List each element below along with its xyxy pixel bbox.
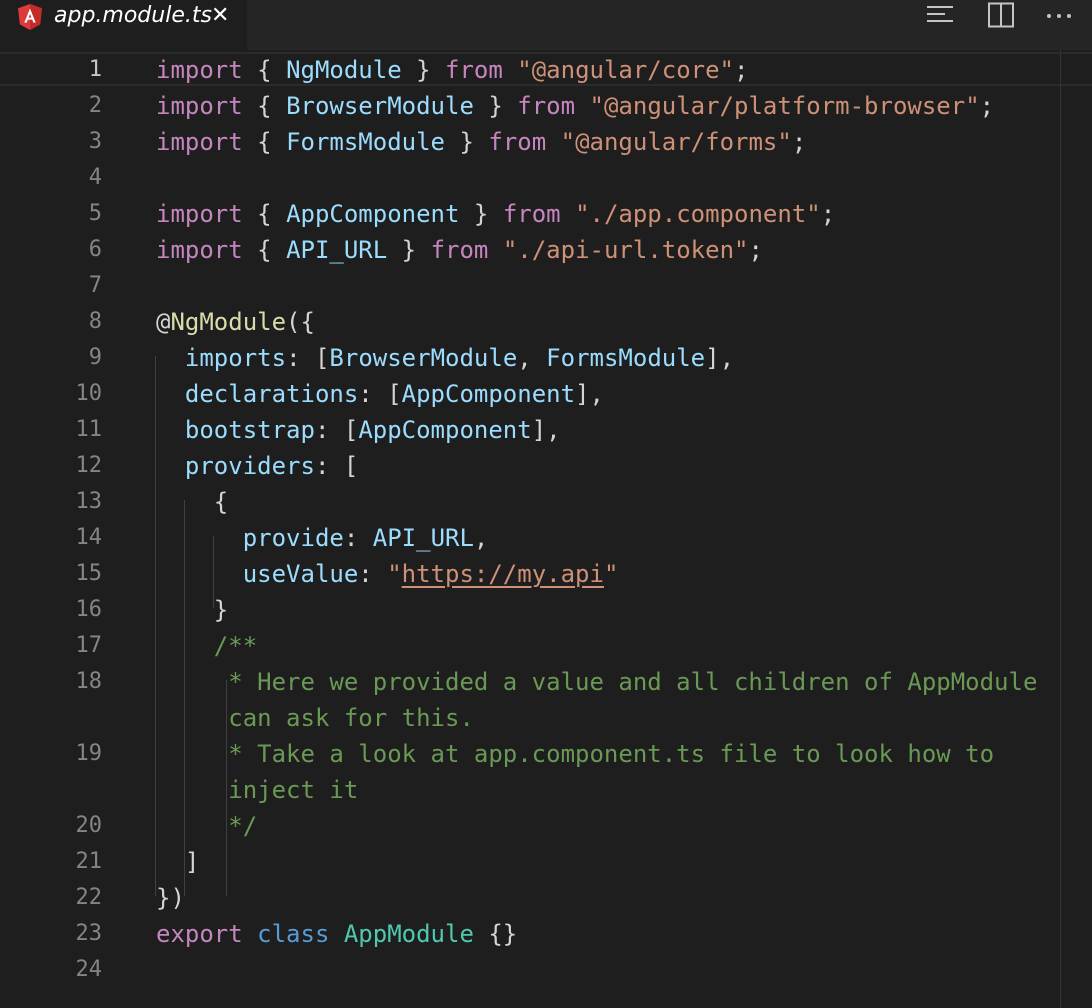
line-number: 9 [88, 345, 102, 370]
code-line: import { API_URL } from "./api-url.token… [156, 236, 763, 264]
code-line: /** [213, 632, 258, 660]
line-number: 7 [88, 273, 102, 298]
line-number: 21 [75, 849, 103, 874]
line-number: 1 [88, 57, 102, 82]
code-line: provide: API_URL, [242, 524, 489, 552]
line-number: 2 [88, 93, 102, 118]
split-editor-icon[interactable] [986, 2, 1016, 28]
code-line: * Here we provided a value and all child… [228, 668, 1038, 696]
code-line: { [213, 488, 229, 516]
code-line: export class AppModule {} [156, 920, 518, 948]
outline-icon[interactable] [925, 2, 955, 28]
code-editor[interactable]: 1 2 3 4 5 6 7 8 9 10 11 12 13 14 15 16 1… [0, 50, 1092, 1008]
code-line: declarations: [AppComponent], [184, 380, 604, 408]
code-line: @NgModule({ [156, 308, 315, 336]
overview-ruler-border [1060, 50, 1061, 1008]
code-line: providers: [ [184, 452, 359, 480]
line-number: 4 [88, 165, 102, 190]
line-number: 23 [75, 921, 103, 946]
line-number: 5 [88, 201, 102, 226]
line-number: 11 [75, 417, 103, 442]
angular-icon [18, 4, 42, 30]
code-line: imports: [BrowserModule, FormsModule], [184, 344, 735, 372]
line-number: 16 [75, 597, 103, 622]
line-number: 18 [75, 669, 103, 694]
code-line: }) [156, 884, 185, 912]
editor-tab-bar: app.module.ts ✕ [0, 0, 1092, 50]
line-number: 22 [75, 885, 103, 910]
code-line: inject it [228, 776, 359, 804]
line-number: 20 [75, 813, 103, 838]
line-number: 15 [75, 561, 103, 586]
line-number: 13 [75, 489, 103, 514]
line-number: 3 [88, 129, 102, 154]
line-number: 17 [75, 633, 103, 658]
code-line: * Take a look at app.component.ts file t… [228, 740, 995, 768]
close-icon[interactable]: ✕ [211, 2, 229, 30]
code-line: import { NgModule } from "@angular/core"… [156, 56, 749, 84]
line-number: 6 [88, 237, 102, 262]
code-line: import { BrowserModule } from "@angular/… [156, 92, 995, 120]
code-line: } [213, 596, 229, 624]
code-line: useValue: "https://my.api" [242, 560, 619, 588]
line-number: 19 [75, 741, 103, 766]
code-line: */ [228, 812, 258, 840]
line-number: 8 [88, 309, 102, 334]
tab-app-module[interactable]: app.module.ts ✕ [0, 0, 247, 50]
line-number: 10 [75, 381, 103, 406]
tab-label: app.module.ts [54, 3, 212, 28]
line-number: 14 [75, 525, 103, 550]
line-number: 24 [75, 957, 103, 982]
code-line: import { FormsModule } from "@angular/fo… [156, 128, 807, 156]
code-line: ] [184, 848, 200, 876]
line-number: 12 [75, 453, 103, 478]
code-line: can ask for this. [228, 704, 474, 732]
code-line: bootstrap: [AppComponent], [184, 416, 561, 444]
code-line: import { AppComponent } from "./app.comp… [156, 200, 836, 228]
more-actions-icon[interactable] [1044, 2, 1074, 28]
